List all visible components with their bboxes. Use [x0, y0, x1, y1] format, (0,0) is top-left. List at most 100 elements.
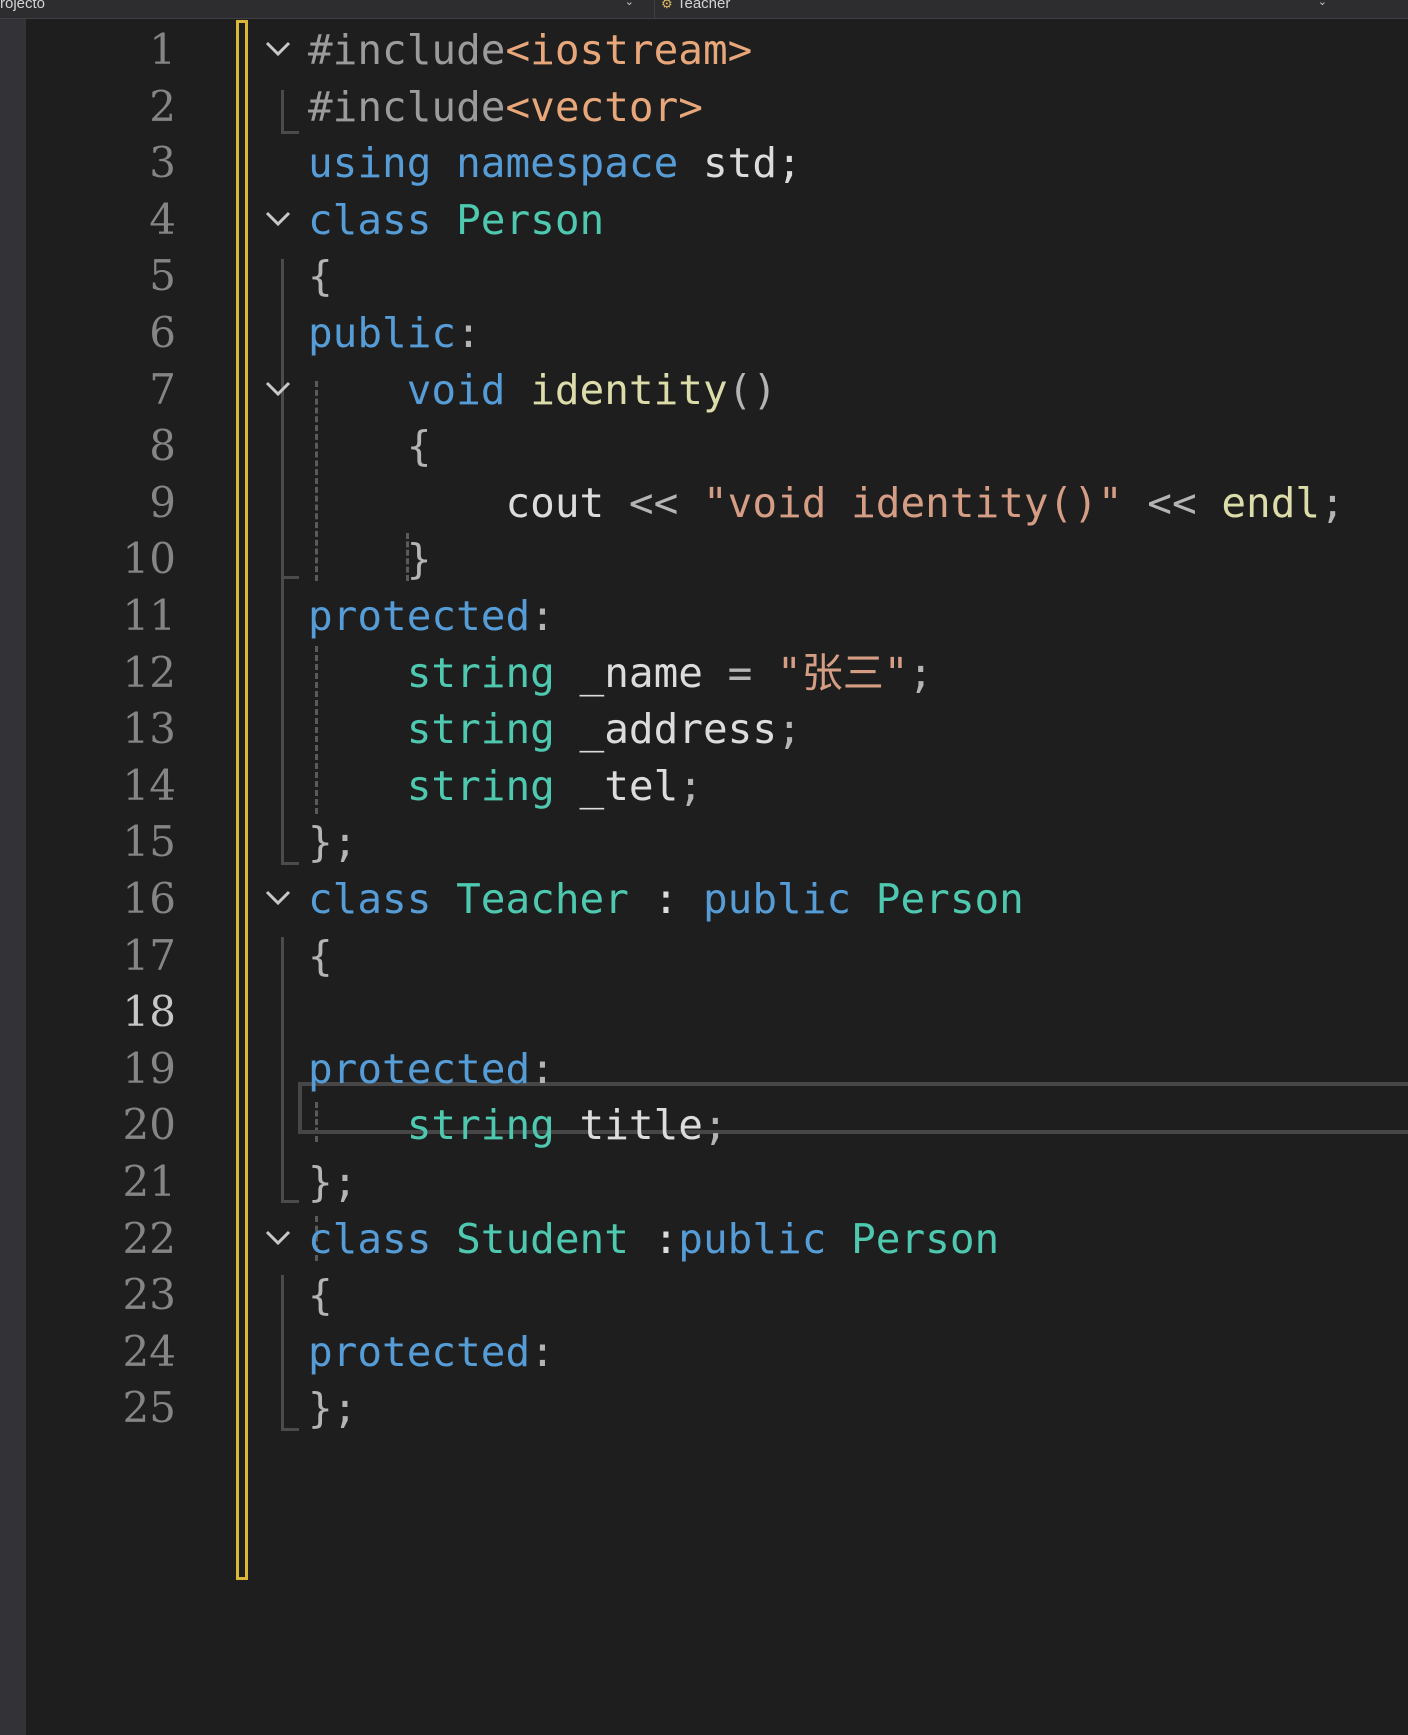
code-line[interactable]: class Teacher : public Person	[308, 868, 1024, 930]
code-token: :	[456, 309, 481, 357]
code-token: };	[308, 1384, 358, 1433]
code-line[interactable]: public:	[308, 302, 481, 364]
class-dropdown[interactable]: ⚙ Teacher ⌄	[654, 0, 1335, 18]
line-number: 13	[122, 704, 176, 754]
code-line[interactable]: {	[308, 1264, 333, 1326]
code-line[interactable]: void identity()	[308, 359, 777, 421]
code-token: :	[628, 1214, 679, 1263]
code-token: ;	[702, 1101, 728, 1150]
code-line[interactable]: };	[308, 1377, 357, 1439]
code-token: class	[308, 1214, 432, 1263]
line-number: 19	[122, 1043, 176, 1093]
code-line[interactable]: string _name = "张三";	[308, 642, 933, 704]
fold-chevron-icon[interactable]	[264, 35, 292, 63]
line-number: 25	[122, 1383, 176, 1433]
project-dropdown[interactable]: rojecto ⌄	[0, 0, 640, 18]
line-number: 2	[149, 81, 176, 131]
code-line[interactable]: };	[308, 811, 357, 873]
code-token: =	[727, 648, 753, 697]
code-token: public	[702, 875, 852, 923]
fold-chevron-icon[interactable]	[264, 375, 292, 403]
code-token: class	[308, 195, 432, 244]
line-number: 18	[122, 987, 176, 1037]
line-number: 3	[149, 138, 176, 188]
code-token: protected	[308, 592, 531, 640]
code-line[interactable]: {	[308, 925, 333, 987]
code-line[interactable]: protected:	[308, 585, 555, 647]
code-line[interactable]: string _address;	[308, 698, 802, 760]
code-line[interactable]: #include<iostream>	[308, 19, 752, 81]
code-token: :	[530, 592, 555, 640]
code-line[interactable]: }	[308, 528, 432, 590]
line-number: 8	[149, 421, 176, 471]
class-icon: ⚙	[661, 0, 673, 11]
outline-guide	[281, 90, 284, 134]
outline-guide	[281, 1200, 299, 1203]
outline-guide	[281, 576, 299, 579]
code-line[interactable]: string title;	[308, 1094, 728, 1156]
code-editor[interactable]: 1 2 3 4 5 6 7 8 9 10 11 12 13 14 15 16 17 18 19 20 21 22 23 24 2…	[26, 19, 1408, 1735]
code-line[interactable]: };	[308, 1151, 357, 1213]
code-token: string	[406, 705, 555, 754]
code-line[interactable]: string _tel;	[308, 755, 703, 817]
code-token: Person	[456, 195, 605, 244]
code-line[interactable]: class Person	[308, 189, 604, 251]
code-line[interactable]: using namespace std;	[308, 132, 802, 194]
code-token: Person	[851, 1214, 1000, 1263]
code-token: <iostream>	[505, 26, 753, 74]
code-line[interactable]: {	[308, 245, 333, 307]
code-line[interactable]: cout << "void identity()" << endl;	[308, 472, 1345, 534]
code-line[interactable]: protected:	[308, 1038, 555, 1100]
code-line[interactable]: #include<vector>	[308, 76, 703, 138]
line-number: 24	[122, 1326, 176, 1376]
code-line[interactable]: class Student :public Person	[308, 1208, 999, 1270]
code-token: ;	[908, 648, 934, 697]
code-line[interactable]: protected:	[308, 1321, 555, 1383]
code-token: :	[530, 1327, 555, 1376]
project-dropdown-label: rojecto	[0, 0, 46, 12]
outline-guide	[281, 862, 299, 865]
editor-left-margin	[0, 19, 26, 1735]
line-number: 10	[122, 534, 176, 584]
code-token: using	[308, 139, 432, 188]
code-token: ;	[777, 705, 802, 754]
code-token: ;	[678, 761, 703, 810]
code-token: #include	[308, 82, 506, 131]
code-token: {	[308, 1271, 333, 1320]
line-number: 7	[149, 364, 176, 414]
code-token: title	[554, 1101, 703, 1150]
class-dropdown-label: Teacher	[677, 0, 731, 12]
line-number: 17	[122, 930, 176, 980]
code-token: {	[406, 422, 432, 471]
code-token: class	[308, 875, 432, 923]
code-token: protected	[308, 1327, 531, 1376]
code-line[interactable]: {	[308, 415, 432, 477]
code-token: ;	[1320, 478, 1345, 527]
line-number: 9	[149, 477, 176, 527]
code-token: ()	[727, 365, 778, 414]
code-token: std;	[678, 139, 802, 188]
outline-guide	[281, 1275, 284, 1431]
code-token: };	[308, 818, 358, 867]
change-tracking-bar	[236, 20, 248, 1580]
fold-chevron-icon[interactable]	[264, 884, 292, 912]
fold-chevron-icon[interactable]	[264, 1224, 292, 1252]
line-number: 5	[149, 251, 176, 301]
outline-guide	[281, 1428, 299, 1431]
chevron-down-icon: ⌄	[1317, 0, 1327, 8]
code-token: _tel	[554, 761, 679, 810]
fold-chevron-icon[interactable]	[264, 205, 292, 233]
outline-guide	[281, 429, 284, 579]
